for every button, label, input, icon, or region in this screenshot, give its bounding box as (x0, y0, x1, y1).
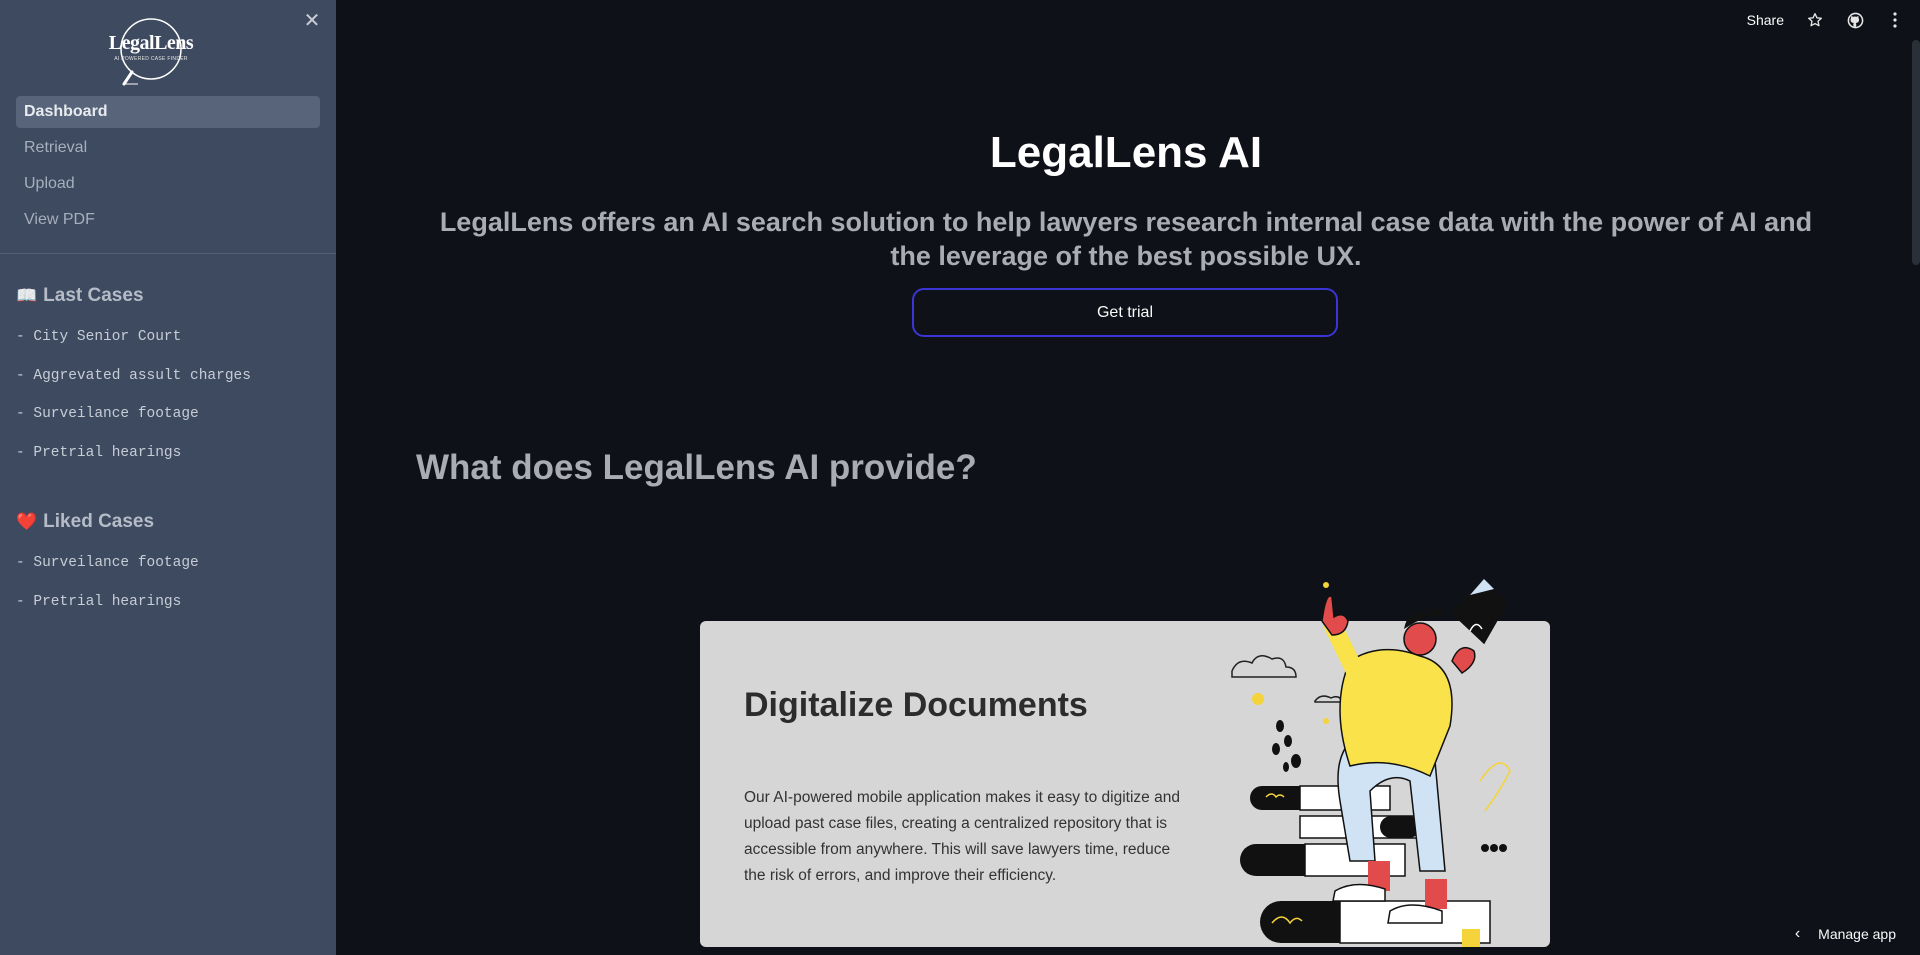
app-logo: LegalLens AI POWERED CASE FINDER (96, 16, 206, 88)
get-trial-button[interactable]: Get trial (912, 288, 1338, 337)
reading-person-illustration (1231, 579, 1511, 947)
scrollbar[interactable] (1912, 40, 1920, 265)
feature-card: Digitalize Documents Our AI-powered mobi… (700, 579, 1550, 947)
last-cases-list: - City Senior Court - Aggrevated assult … (16, 318, 316, 472)
last-cases-heading: 📖 Last Cases (16, 285, 144, 307)
heart-icon: ❤️ (16, 512, 38, 531)
chevron-left-icon: ‹ (1794, 925, 1801, 942)
nav-item-view-pdf[interactable]: View PDF (16, 204, 320, 236)
logo-tagline: AI POWERED CASE FINDER (114, 56, 188, 62)
nav-item-dashboard[interactable]: Dashboard (16, 96, 320, 128)
card-title: Digitalize Documents (744, 686, 1088, 724)
book-icon: 📖 (16, 286, 38, 305)
list-item: - City Senior Court (16, 329, 182, 345)
liked-cases-heading: ❤️ Liked Cases (16, 511, 154, 533)
list-item: - Aggrevated assult charges (16, 367, 251, 384)
list-item: - Pretrial hearings (16, 444, 182, 461)
list-item: - Surveilance footage (16, 555, 199, 571)
nav-item-upload[interactable]: Upload (16, 168, 320, 200)
sidebar: ✕ LegalLens AI POWERED CASE FINDER Dashb… (0, 0, 336, 955)
card-body: Our AI-powered mobile application makes … (744, 789, 1180, 884)
manage-app-button[interactable]: ‹ Manage app (1795, 925, 1896, 943)
sidebar-divider (0, 253, 336, 254)
nav-item-retrieval[interactable]: Retrieval (16, 132, 320, 164)
liked-cases-list: - Surveilance footage - Pretrial hearing… (16, 544, 316, 621)
logo-name: LegalLens (108, 32, 194, 54)
manage-app-label: Manage app (1818, 926, 1896, 942)
page-title: LegalLens AI (989, 128, 1263, 177)
main-content: LegalLens AI LegalLens offers an AI sear… (336, 0, 1920, 955)
section-heading: What does LegalLens AI provide? (416, 448, 977, 487)
list-item: - Pretrial hearings (16, 593, 182, 610)
last-cases-title: Last Cases (43, 285, 144, 306)
sidebar-nav: Dashboard Retrieval Upload View PDF (16, 96, 320, 240)
liked-cases-title: Liked Cases (43, 511, 155, 532)
list-item: - Surveilance footage (16, 406, 199, 422)
page-subtitle: LegalLens offers an AI search solution t… (439, 207, 1813, 271)
close-sidebar-icon[interactable]: ✕ (302, 11, 322, 31)
